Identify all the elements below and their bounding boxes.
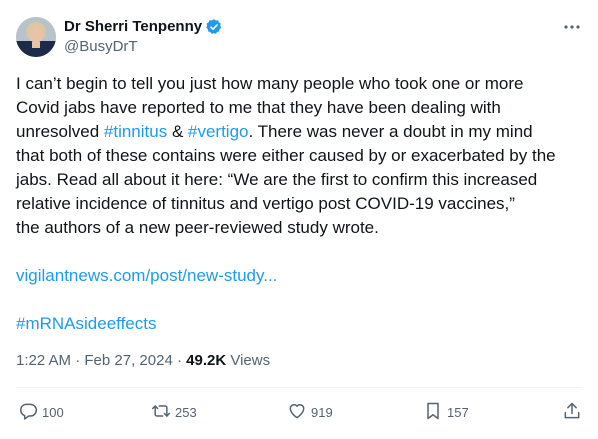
- share-button[interactable]: [562, 400, 582, 424]
- more-options-icon[interactable]: [562, 19, 582, 35]
- tweet: Dr Sherri Tenpenny @BusyDrT I can’t begi…: [0, 0, 598, 439]
- tweet-text-line: the authors of a new peer-reviewed study…: [16, 216, 582, 240]
- tweet-text-line: unresolved #tinnitus & #vertigo. There w…: [16, 120, 582, 144]
- tweet-text: jabs. Read all about it here: “We are th…: [16, 170, 538, 189]
- article-link[interactable]: vigilantnews.com/post/new-study...: [16, 264, 582, 288]
- verified-badge-icon: [205, 18, 223, 36]
- tweet-meta: 1:22 AM · Feb 27, 2024 · 49.2K Views: [16, 351, 270, 371]
- share-icon: [562, 401, 582, 424]
- retweet-count: 253: [175, 404, 197, 420]
- retweet-icon: [151, 401, 171, 424]
- reply-count: 100: [42, 404, 64, 420]
- tweet-text-line: jabs. Read all about it here: “We are th…: [16, 168, 582, 192]
- author-names: Dr Sherri Tenpenny @BusyDrT: [64, 17, 223, 57]
- author-display-name[interactable]: Dr Sherri Tenpenny: [64, 17, 202, 37]
- like-icon: [287, 401, 307, 424]
- tweet-text: &: [167, 122, 189, 141]
- tweet-time[interactable]: 1:22 AM: [16, 352, 71, 369]
- tweet-header: Dr Sherri Tenpenny @BusyDrT: [16, 17, 582, 57]
- author-handle[interactable]: @BusyDrT: [64, 37, 223, 57]
- tweet-text: . There was never a doubt in my mind: [248, 122, 533, 141]
- tweet-body: I can’t begin to tell you just how many …: [16, 72, 582, 336]
- hashtag-link[interactable]: #tinnitus: [104, 122, 167, 141]
- tweet-text: I can’t begin to tell you just how many …: [16, 74, 524, 93]
- like-count: 919: [311, 404, 333, 420]
- tweet-text: relative incidence of tinnitus and verti…: [16, 194, 515, 213]
- views-label: Views: [230, 352, 271, 369]
- views-count: 49.2K: [186, 352, 227, 369]
- divider: [16, 387, 582, 388]
- tweet-text: Covid jabs have reported to me that they…: [16, 98, 501, 117]
- tweet-text: the authors of a new peer-reviewed study…: [16, 218, 379, 237]
- tweet-text: that both of these contains were either …: [16, 146, 556, 165]
- tweet-text: unresolved: [16, 122, 104, 141]
- avatar[interactable]: [16, 17, 56, 57]
- tweet-date[interactable]: Feb 27, 2024: [84, 352, 172, 369]
- reply-icon: [18, 401, 38, 424]
- like-button[interactable]: 919: [287, 400, 333, 424]
- tweet-text-lines: I can’t begin to tell you just how many …: [16, 72, 582, 240]
- tweet-text-line: that both of these contains were either …: [16, 144, 582, 168]
- meta-separator: ·: [75, 352, 81, 369]
- tweet-text-line: relative incidence of tinnitus and verti…: [16, 192, 582, 216]
- bookmark-icon: [423, 401, 443, 424]
- hashtag-link-mrnasideeffects[interactable]: #mRNAsideeffects: [16, 312, 582, 336]
- retweet-button[interactable]: 253: [151, 400, 197, 424]
- bookmark-count: 157: [447, 404, 469, 420]
- tweet-text-line: Covid jabs have reported to me that they…: [16, 96, 582, 120]
- bookmark-button[interactable]: 157: [423, 400, 469, 424]
- tweet-actions: 100 253 919 157: [16, 400, 582, 424]
- tweet-text-line: I can’t begin to tell you just how many …: [16, 72, 582, 96]
- reply-button[interactable]: 100: [18, 400, 64, 424]
- meta-separator: ·: [176, 352, 182, 369]
- hashtag-link[interactable]: #vertigo: [188, 122, 248, 141]
